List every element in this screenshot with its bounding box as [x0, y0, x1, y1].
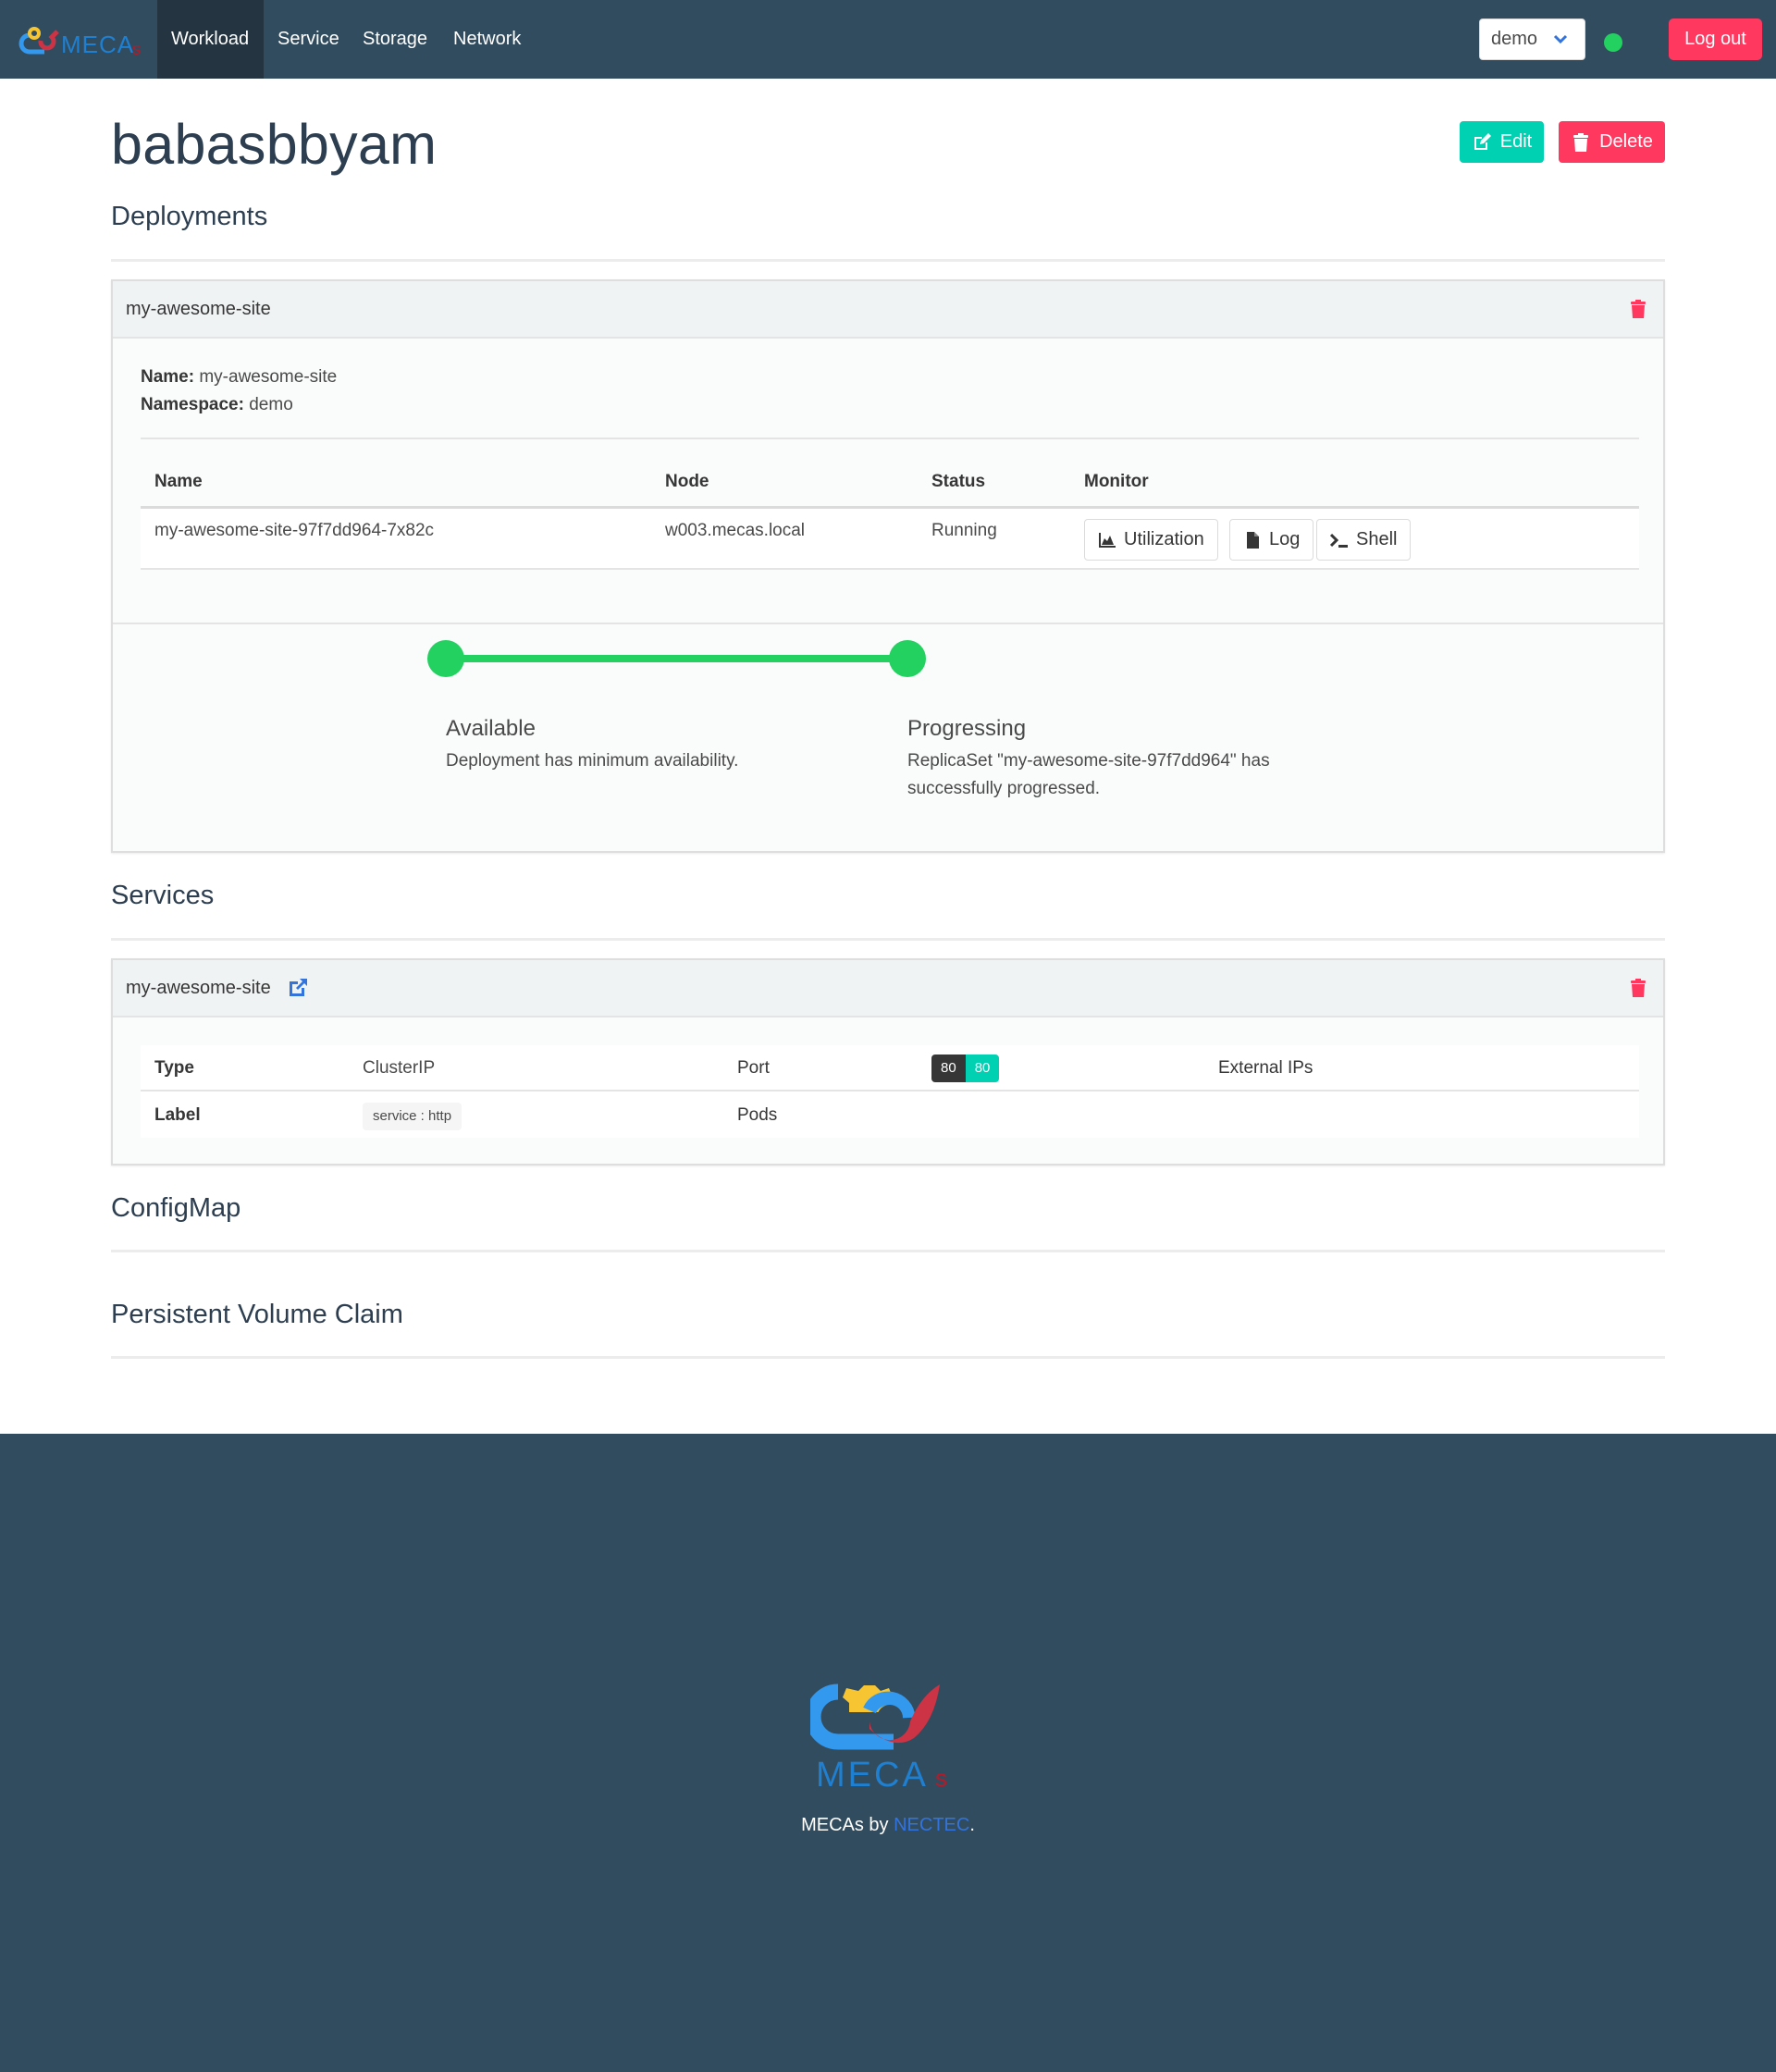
edit-icon [1474, 132, 1491, 150]
table-row: my-awesome-site-97f7dd964-7x82c w003.mec… [141, 509, 1639, 570]
column-header-status: Status [931, 472, 986, 491]
type-label: Type [154, 1058, 194, 1078]
pod-table: Name Node Status Monitor my-awesome-site… [141, 462, 1639, 574]
utilization-label: Utilization [1124, 529, 1204, 549]
service-card: my-awesome-site Type ClusterIP Port 80 8… [111, 958, 1665, 1166]
column-header-node: Node [665, 472, 709, 491]
external-ips-label: External IPs [1218, 1058, 1314, 1078]
delete-button-label: Delete [1599, 131, 1653, 152]
condition-available-description: Deployment has minimum availability. [446, 751, 739, 771]
svg-text:MECA: MECA [61, 31, 134, 57]
condition-progressing-dot [889, 640, 926, 677]
shell-button[interactable]: Shell [1316, 519, 1412, 561]
log-button[interactable]: Log [1229, 519, 1314, 561]
svg-text:MECA: MECA [816, 1756, 929, 1792]
delete-deployment-icon[interactable] [1630, 299, 1646, 319]
section-divider [111, 1356, 1665, 1359]
section-divider [111, 259, 1665, 262]
deployment-name: my-awesome-site [126, 299, 271, 319]
area-chart-icon [1099, 532, 1116, 548]
condition-progressing-description: ReplicaSet "my-awesome-site-97f7dd964" h… [907, 751, 1270, 798]
configmap-heading: ConfigMap [111, 1193, 241, 1223]
file-icon [1247, 531, 1259, 549]
section-divider [111, 1250, 1665, 1252]
deployments-heading: Deployments [111, 202, 268, 231]
edit-button-label: Edit [1499, 131, 1533, 152]
trash-icon [1573, 132, 1589, 152]
divider [141, 438, 1639, 439]
services-heading: Services [111, 881, 215, 910]
pod-node: w003.mecas.local [665, 521, 806, 540]
footer-credit: MECAs by NECTEC. [0, 1815, 1776, 1836]
label-label: Label [154, 1105, 201, 1125]
mecas-footer-logo: MECA s [805, 1662, 966, 1794]
edit-button[interactable]: Edit [1460, 121, 1544, 163]
utilization-button[interactable]: Utilization [1084, 519, 1218, 561]
online-dot-icon [1604, 33, 1622, 52]
chevron-down-icon [1553, 34, 1568, 44]
shell-label: Shell [1356, 529, 1398, 549]
deployment-card: my-awesome-site Name: my-awesome-site Na… [111, 279, 1665, 853]
column-header-monitor: Monitor [1084, 472, 1149, 491]
name-value: my-awesome-site [199, 367, 338, 387]
port-tag: 80 [931, 1054, 966, 1082]
pods-label: Pods [737, 1105, 778, 1125]
svg-text:s: s [935, 1764, 947, 1792]
logout-button[interactable]: Log out [1669, 18, 1762, 60]
deployment-name-field: Name: my-awesome-site [141, 367, 337, 388]
namespace-label: Namespace: [141, 395, 244, 414]
top-navbar: MECA s Workload Service Storage Network … [0, 0, 1776, 79]
delete-button[interactable]: Delete [1559, 121, 1665, 163]
delete-service-icon[interactable] [1630, 978, 1646, 998]
nav-storage[interactable]: Storage [349, 0, 441, 79]
condition-progressing-title: Progressing [907, 716, 1027, 741]
condition-available-title: Available [446, 716, 536, 741]
footer-text-prefix: MECAs by [801, 1815, 894, 1835]
deployment-namespace-field: Namespace: demo [141, 395, 293, 415]
deployment-card-header: my-awesome-site [113, 281, 1663, 339]
external-link-icon[interactable] [287, 977, 309, 999]
type-value: ClusterIP [363, 1058, 436, 1078]
table-row: Label service : http Pods [141, 1092, 1639, 1139]
nav-workload[interactable]: Workload [157, 0, 264, 79]
namespace-value: demo [249, 395, 293, 414]
table-row: Type ClusterIP Port 80 80 External IPs [141, 1045, 1639, 1092]
nectec-link[interactable]: NECTEC [894, 1815, 969, 1835]
svg-text:s: s [132, 40, 141, 57]
namespace-select-value: demo [1491, 29, 1538, 49]
condition-timeline-line [446, 655, 908, 662]
deployment-conditions: Available Deployment has minimum availab… [113, 623, 1663, 853]
service-card-header: my-awesome-site [113, 960, 1663, 1018]
service-detail-table: Type ClusterIP Port 80 80 External IPs L… [141, 1045, 1639, 1138]
label-tag: service : http [363, 1103, 462, 1130]
column-header-name: Name [154, 472, 203, 491]
log-label: Log [1269, 529, 1301, 549]
service-name: my-awesome-site [126, 978, 271, 998]
namespace-select[interactable]: demo [1479, 18, 1585, 60]
terminal-icon [1330, 533, 1348, 548]
nav-service[interactable]: Service [264, 0, 353, 79]
port-label: Port [737, 1058, 770, 1078]
mecas-logo[interactable]: MECA s [11, 22, 148, 58]
pod-status: Running [931, 521, 997, 540]
pvc-heading: Persistent Volume Claim [111, 1300, 403, 1329]
footer-text-suffix: . [969, 1815, 975, 1835]
pod-name: my-awesome-site-97f7dd964-7x82c [154, 521, 435, 540]
condition-available-dot [427, 640, 464, 677]
name-label: Name: [141, 367, 195, 387]
port-tags: 80 80 [931, 1054, 1000, 1082]
nav-network[interactable]: Network [439, 0, 535, 79]
section-divider [111, 938, 1665, 941]
target-port-tag: 80 [965, 1054, 1000, 1082]
page-title: babasbbyam [111, 113, 438, 176]
